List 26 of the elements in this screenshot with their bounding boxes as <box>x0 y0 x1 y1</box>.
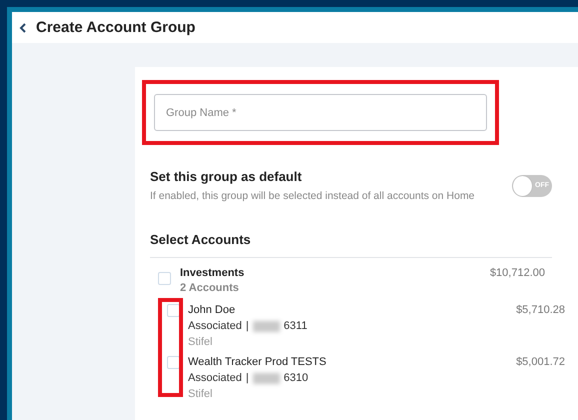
account-name: Wealth Tracker Prod TESTS <box>188 356 328 368</box>
group-name: Investments <box>180 267 246 279</box>
account-type: Associated <box>188 320 242 332</box>
checkbox[interactable] <box>167 304 180 317</box>
institution-name: Stifel <box>188 388 214 400</box>
page-title: Create Account Group <box>36 19 196 36</box>
setting-description: If enabled, this group will be selected instead of all accounts on Home <box>150 190 475 202</box>
account-number: 6310 <box>284 372 308 384</box>
account-amount: $5,710.28 <box>516 304 565 318</box>
section-title: Select Accounts <box>150 232 552 258</box>
separator: | <box>246 320 249 332</box>
account-type: Associated <box>188 372 242 384</box>
redacted-mask <box>252 372 280 384</box>
redacted-mask <box>252 320 280 332</box>
account-count: 2 Accounts <box>180 282 240 294</box>
separator: | <box>246 372 249 384</box>
checkbox[interactable] <box>158 272 171 285</box>
setting-title: Set this group as default <box>150 169 303 184</box>
account-number: 6311 <box>284 320 308 332</box>
back-icon[interactable] <box>18 22 28 34</box>
group-name-field[interactable]: Group Name * <box>154 94 487 131</box>
checkbox[interactable] <box>167 356 180 369</box>
group-amount: $10,712.00 <box>490 267 545 281</box>
account-amount: $5,001.72 <box>516 356 565 370</box>
account-name: John Doe <box>188 304 236 316</box>
institution-name: Stifel <box>188 336 214 348</box>
